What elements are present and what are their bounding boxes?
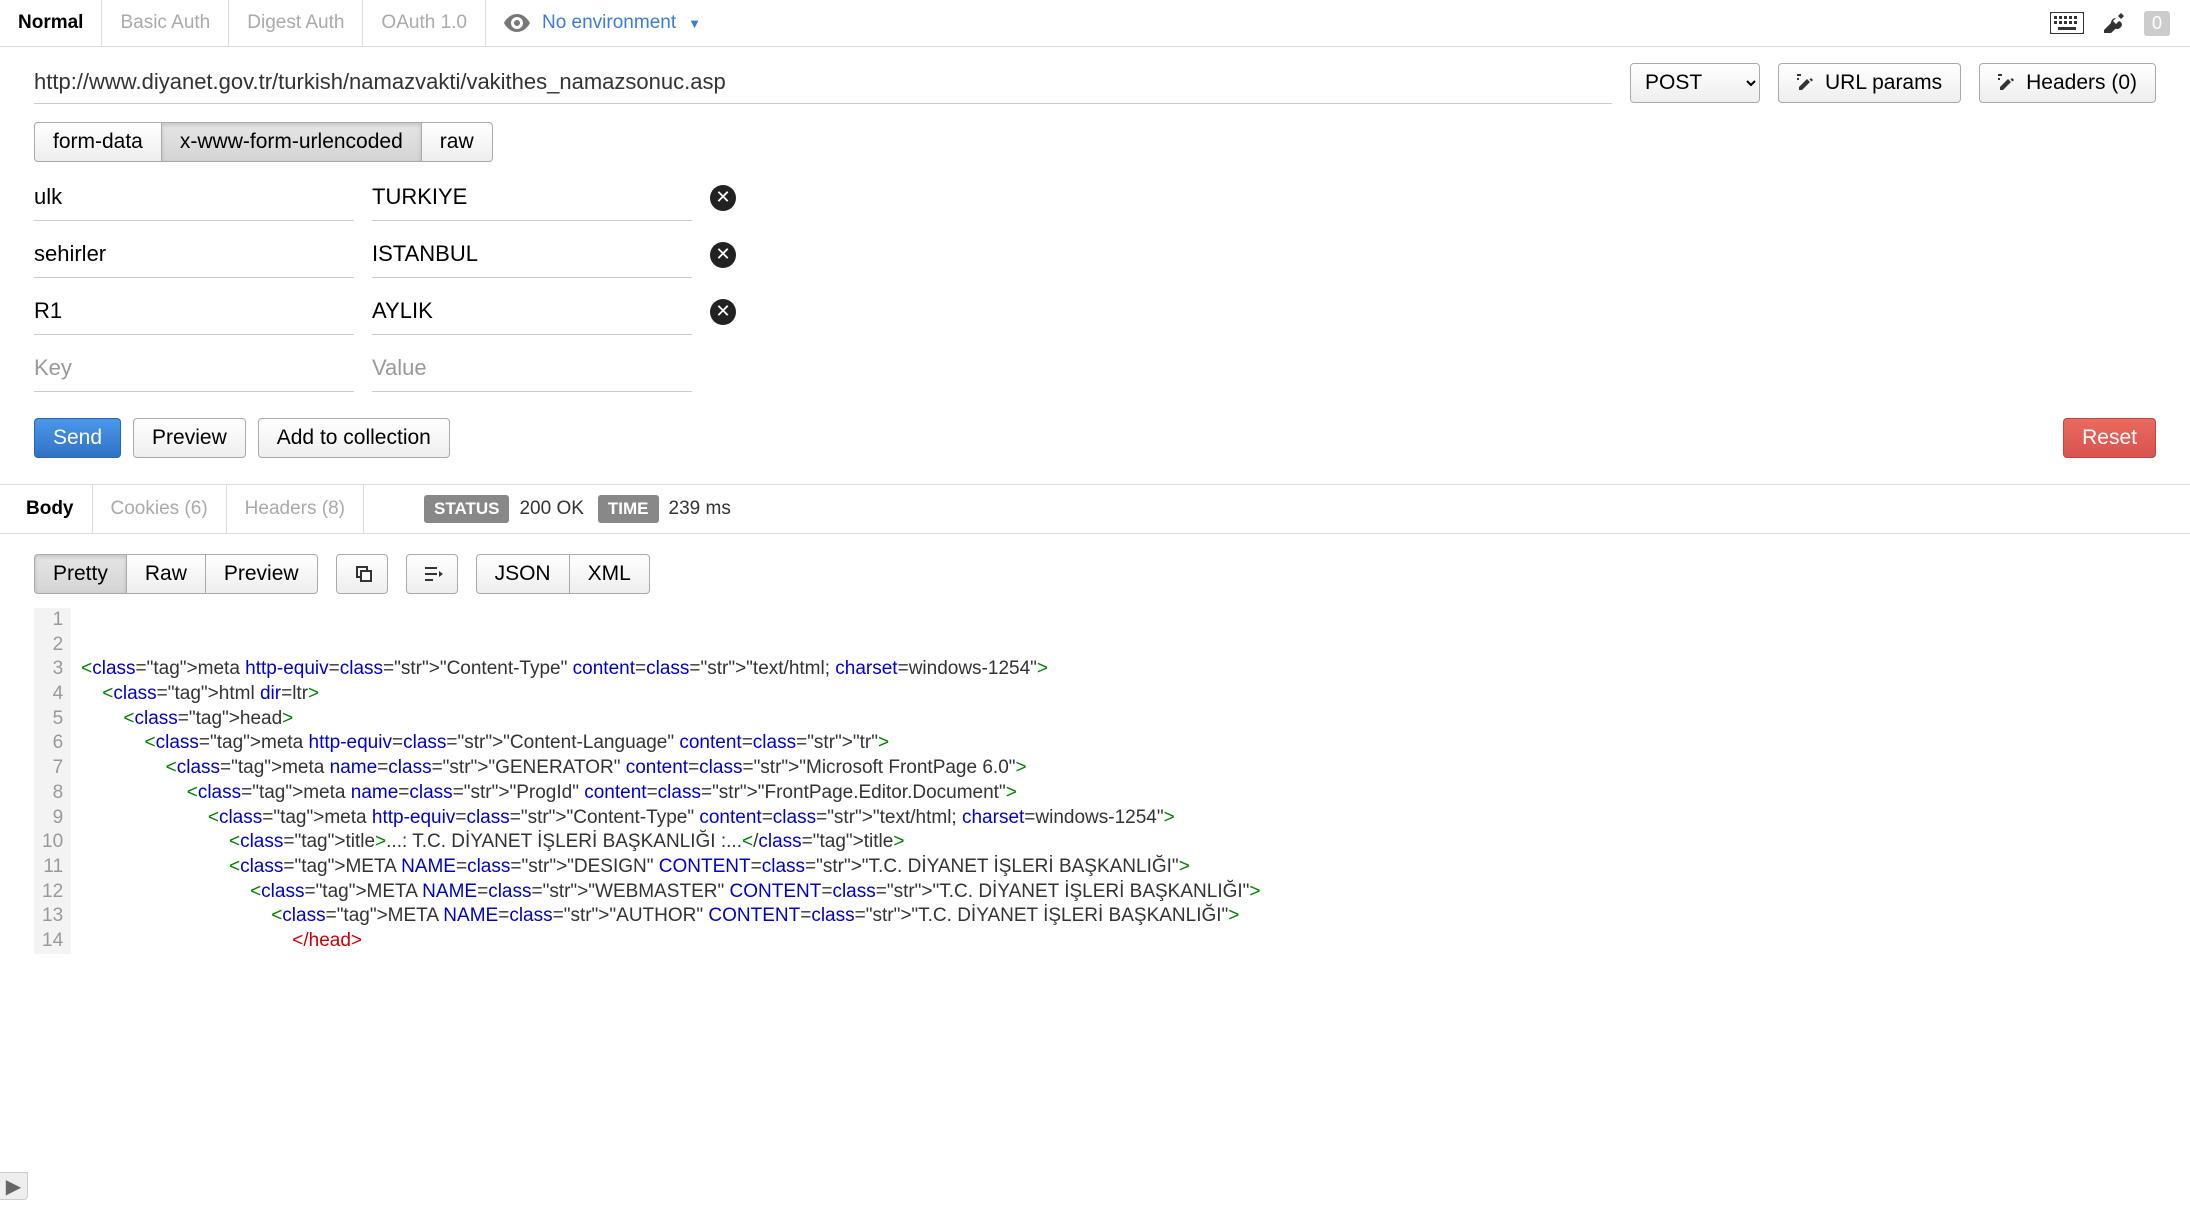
param-value-input[interactable] — [372, 345, 692, 392]
param-key-input[interactable] — [34, 231, 354, 278]
line-gutter: 1234567891011121314 — [34, 608, 71, 954]
auth-tabs: Normal Basic Auth Digest Auth OAuth 1.0 — [0, 0, 486, 46]
response-tab-headers[interactable]: Headers (8) — [227, 485, 364, 533]
response-tab-body[interactable]: Body — [8, 485, 93, 533]
lang-xml[interactable]: XML — [569, 554, 650, 594]
auth-tab-basic[interactable]: Basic Auth — [102, 0, 229, 46]
top-right-tools: 0 — [2050, 11, 2190, 36]
lang-json[interactable]: JSON — [476, 554, 569, 594]
status-value: 200 OK — [509, 498, 597, 520]
param-row-empty — [34, 345, 2156, 392]
param-row: ✕ — [34, 231, 2156, 278]
close-icon: ✕ — [715, 244, 730, 265]
close-icon: ✕ — [715, 187, 730, 208]
delete-param-button[interactable]: ✕ — [710, 185, 736, 211]
send-button[interactable]: Send — [34, 418, 121, 458]
auth-tab-normal[interactable]: Normal — [0, 0, 102, 46]
preview-button[interactable]: Preview — [133, 418, 246, 458]
status-label: STATUS — [424, 495, 509, 523]
url-input[interactable] — [34, 61, 1612, 104]
close-icon: ✕ — [715, 301, 730, 322]
sidebar-expand-button[interactable]: ▶ — [0, 1172, 28, 1200]
param-row: ✕ — [34, 174, 2156, 221]
wrap-button[interactable] — [406, 554, 458, 594]
edit-icon — [1998, 74, 2016, 92]
chevron-right-icon: ▶ — [6, 1174, 21, 1199]
view-raw[interactable]: Raw — [126, 554, 205, 594]
view-mode-group: Pretty Raw Preview — [34, 554, 318, 594]
environment-selector[interactable]: No environment ▼ — [486, 12, 719, 34]
action-row: Send Preview Add to collection Reset — [0, 402, 2190, 484]
wrap-icon — [425, 565, 445, 583]
reset-button[interactable]: Reset — [2063, 418, 2156, 458]
code-content[interactable]: <class="tag">meta http-equiv=class="str"… — [71, 608, 1260, 954]
param-key-input[interactable] — [34, 345, 354, 392]
copy-icon — [355, 565, 373, 583]
add-to-collection-button[interactable]: Add to collection — [258, 418, 450, 458]
headers-button[interactable]: Headers (0) — [1979, 63, 2156, 103]
param-key-input[interactable] — [34, 174, 354, 221]
param-key-input[interactable] — [34, 288, 354, 335]
top-bar: Normal Basic Auth Digest Auth OAuth 1.0 … — [0, 0, 2190, 47]
time-label: TIME — [598, 495, 659, 523]
headers-label: Headers (0) — [2026, 71, 2137, 95]
params-area: ✕ ✕ ✕ — [0, 162, 2190, 392]
body-type-group: form-data x-www-form-urlencoded raw — [34, 122, 493, 162]
param-value-input[interactable] — [372, 174, 692, 221]
response-tab-cookies[interactable]: Cookies (6) — [93, 485, 227, 533]
status-block: STATUS 200 OK TIME 239 ms — [424, 495, 745, 523]
eye-icon — [504, 14, 530, 32]
request-row: POST URL params Headers (0) — [0, 47, 2190, 104]
auth-tab-digest[interactable]: Digest Auth — [229, 0, 363, 46]
edit-icon — [1797, 74, 1815, 92]
view-preview[interactable]: Preview — [205, 554, 318, 594]
param-value-input[interactable] — [372, 288, 692, 335]
response-tabs: Body Cookies (6) Headers (8) STATUS 200 … — [0, 484, 2190, 534]
body-type-form-data[interactable]: form-data — [34, 122, 161, 162]
lang-group: JSON XML — [476, 554, 650, 594]
delete-param-button[interactable]: ✕ — [710, 299, 736, 325]
chevron-down-icon: ▼ — [688, 16, 701, 31]
counter-badge[interactable]: 0 — [2144, 11, 2170, 36]
wrench-icon[interactable] — [2102, 11, 2126, 35]
view-pretty[interactable]: Pretty — [34, 554, 126, 594]
url-params-label: URL params — [1825, 71, 1942, 95]
time-value: 239 ms — [659, 498, 745, 520]
body-type-raw[interactable]: raw — [421, 122, 493, 162]
keyboard-icon[interactable] — [2050, 12, 2084, 34]
body-type-urlencoded[interactable]: x-www-form-urlencoded — [161, 122, 421, 162]
url-params-button[interactable]: URL params — [1778, 63, 1961, 103]
auth-tab-oauth[interactable]: OAuth 1.0 — [363, 0, 486, 46]
copy-button[interactable] — [336, 554, 388, 594]
method-select[interactable]: POST — [1630, 63, 1760, 103]
param-row: ✕ — [34, 288, 2156, 335]
environment-label: No environment — [542, 12, 676, 34]
format-row: Pretty Raw Preview JSON XML — [0, 534, 2190, 608]
delete-param-button[interactable]: ✕ — [710, 242, 736, 268]
param-value-input[interactable] — [372, 231, 692, 278]
response-body: 1234567891011121314 <class="tag">meta ht… — [0, 608, 2190, 954]
body-type-row: form-data x-www-form-urlencoded raw — [0, 104, 2190, 162]
